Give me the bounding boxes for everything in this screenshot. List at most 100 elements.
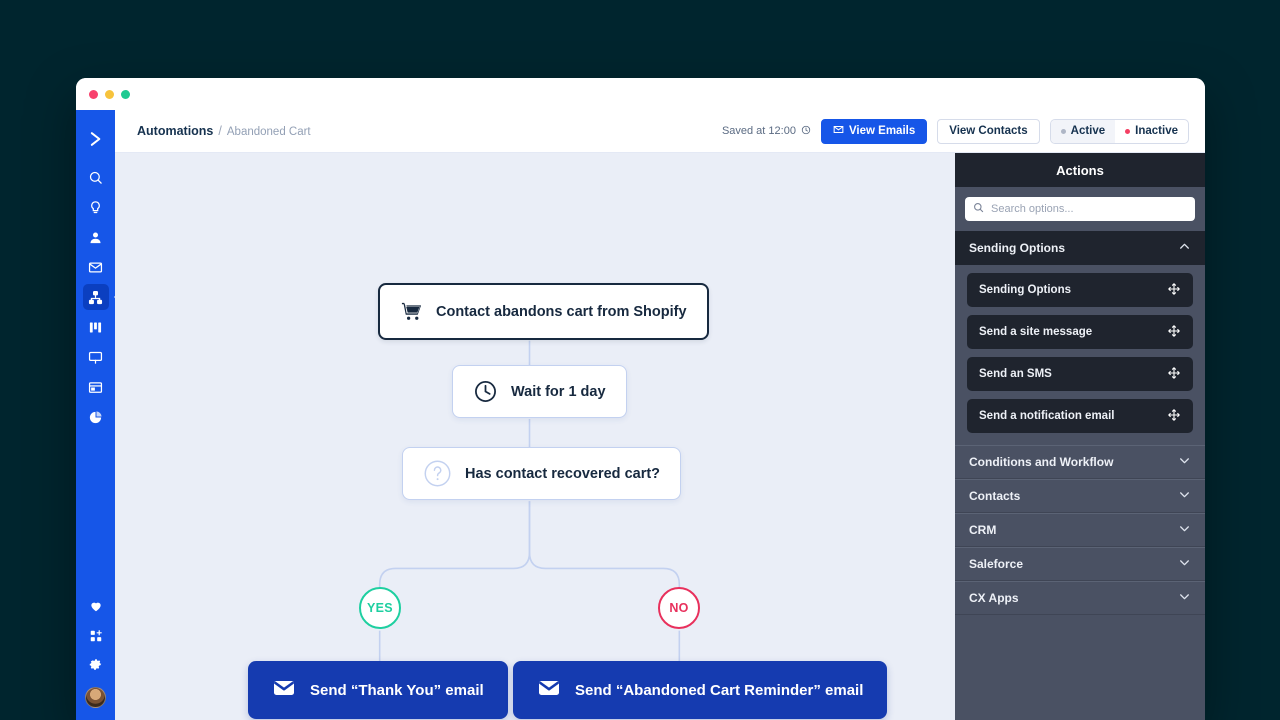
chevron-up-icon xyxy=(1178,240,1191,256)
chevron-down-icon xyxy=(1178,590,1191,606)
active-status-dot xyxy=(1061,129,1066,134)
minimize-window-button[interactable] xyxy=(105,90,114,99)
drag-handle-icon[interactable] xyxy=(1167,408,1181,425)
chevron-down-icon xyxy=(1178,522,1191,538)
saved-label: Saved at 12:00 xyxy=(722,125,796,137)
search-input[interactable] xyxy=(965,197,1195,221)
group-header-label: CX Apps xyxy=(969,591,1019,605)
group-header-sending-options-label: Sending Options xyxy=(969,241,1065,255)
sidebar-item-contacts[interactable] xyxy=(83,224,109,250)
flow-node-email-yes[interactable]: Send “Thank You” email xyxy=(248,661,508,719)
chevron-down-icon xyxy=(1178,454,1191,470)
shopping-cart-icon xyxy=(400,300,423,323)
breadcrumb-separator: / xyxy=(218,124,221,138)
status-toggle: Active Inactive xyxy=(1050,119,1189,144)
group-body-sending-options: Sending Options Send a site message xyxy=(955,265,1205,445)
avatar[interactable] xyxy=(85,687,106,708)
breadcrumb-current: Abandoned Cart xyxy=(227,126,311,138)
sidebar-item-pages[interactable] xyxy=(83,374,109,400)
sidebar-item-deals[interactable] xyxy=(83,314,109,340)
view-contacts-label: View Contacts xyxy=(949,125,1027,137)
action-item-label: Send a notification email xyxy=(979,410,1114,422)
action-item[interactable]: Send a site message xyxy=(967,315,1193,349)
action-item-label: Send an SMS xyxy=(979,368,1052,380)
group-header-crm[interactable]: CRM xyxy=(955,513,1205,547)
inactive-status-dot xyxy=(1125,129,1130,134)
envelope-icon xyxy=(537,676,561,704)
sidebar-item-conversations[interactable] xyxy=(83,344,109,370)
flow-node-wait[interactable]: Wait for 1 day xyxy=(452,365,627,418)
action-item[interactable]: Send a notification email xyxy=(967,399,1193,433)
actions-panel-title: Actions xyxy=(955,153,1205,187)
view-emails-button[interactable]: View Emails xyxy=(821,119,927,144)
group-header-conditions-and-workflow[interactable]: Conditions and Workflow xyxy=(955,445,1205,479)
actions-panel: Actions Sending Options xyxy=(955,153,1205,720)
saved-status: Saved at 12:00 xyxy=(722,125,811,138)
question-mark-icon xyxy=(423,459,452,488)
sidebar-item-lightbulb[interactable] xyxy=(83,194,109,220)
flow-node-condition[interactable]: Has contact recovered cart? xyxy=(402,447,681,500)
group-header-label: Contacts xyxy=(969,489,1020,503)
view-contacts-button[interactable]: View Contacts xyxy=(937,119,1039,144)
flow-node-email-no[interactable]: Send “Abandoned Cart Reminder” email xyxy=(513,661,887,719)
window-titlebar xyxy=(76,78,1205,110)
flow-node-condition-label: Has contact recovered cart? xyxy=(465,466,660,482)
action-item-label: Send a site message xyxy=(979,326,1092,338)
main-column: Automations / Abandoned Cart Saved at 12… xyxy=(115,110,1205,720)
window-body: Automations / Abandoned Cart Saved at 12… xyxy=(76,110,1205,720)
flow-node-wait-label: Wait for 1 day xyxy=(511,384,606,400)
flow-node-trigger[interactable]: Contact abandons cart from Shopify xyxy=(378,283,709,340)
group-header-saleforce[interactable]: Saleforce xyxy=(955,547,1205,581)
search-icon xyxy=(973,200,984,218)
sidebar-item-campaigns[interactable] xyxy=(83,254,109,280)
flow-node-email-yes-label: Send “Thank You” email xyxy=(310,682,484,699)
branch-badge-yes[interactable]: YES xyxy=(359,587,401,629)
group-header-label: Saleforce xyxy=(969,557,1023,571)
chevron-down-icon xyxy=(1178,556,1191,572)
action-item-label: Sending Options xyxy=(979,284,1071,296)
view-emails-label: View Emails xyxy=(849,125,915,137)
apps-grid-icon[interactable] xyxy=(83,623,109,649)
status-active-option[interactable]: Active xyxy=(1051,120,1116,143)
sidebar-item-search[interactable] xyxy=(83,164,109,190)
automation-canvas[interactable]: Contact abandons cart from Shopify Wait … xyxy=(115,153,955,720)
envelope-icon xyxy=(833,124,844,138)
branch-badge-no-label: NO xyxy=(669,601,688,615)
status-inactive-option[interactable]: Inactive xyxy=(1115,120,1188,143)
action-item[interactable]: Sending Options xyxy=(967,273,1193,307)
heart-icon[interactable] xyxy=(83,593,109,619)
branch-badge-yes-label: YES xyxy=(367,601,393,615)
close-window-button[interactable] xyxy=(89,90,98,99)
chevron-down-icon xyxy=(1178,488,1191,504)
flow-diagram: Contact abandons cart from Shopify Wait … xyxy=(115,153,955,720)
drag-handle-icon[interactable] xyxy=(1167,282,1181,299)
drag-handle-icon[interactable] xyxy=(1167,366,1181,383)
gear-icon[interactable] xyxy=(83,653,109,679)
group-header-sending-options[interactable]: Sending Options xyxy=(955,231,1205,265)
group-header-label: Conditions and Workflow xyxy=(969,455,1113,469)
clock-icon xyxy=(801,125,811,138)
maximize-window-button[interactable] xyxy=(121,90,130,99)
clock-icon xyxy=(473,379,498,404)
group-header-label: CRM xyxy=(969,523,996,537)
flow-node-trigger-label: Contact abandons cart from Shopify xyxy=(436,304,687,320)
drag-handle-icon[interactable] xyxy=(1167,324,1181,341)
action-item[interactable]: Send an SMS xyxy=(967,357,1193,391)
flow-connectors xyxy=(115,153,955,720)
group-header-contacts[interactable]: Contacts xyxy=(955,479,1205,513)
logo-chevron-icon[interactable] xyxy=(83,126,109,152)
breadcrumb: Automations / Abandoned Cart xyxy=(137,124,311,138)
branch-badge-no[interactable]: NO xyxy=(658,587,700,629)
flow-node-email-no-label: Send “Abandoned Cart Reminder” email xyxy=(575,682,863,699)
sidebar-bottom-group xyxy=(83,593,109,720)
app-window: Automations / Abandoned Cart Saved at 12… xyxy=(76,78,1205,720)
actions-search-wrap xyxy=(955,187,1205,231)
sidebar-item-reports[interactable] xyxy=(83,404,109,430)
group-header-cx-apps[interactable]: CX Apps xyxy=(955,581,1205,615)
app-header: Automations / Abandoned Cart Saved at 12… xyxy=(115,110,1205,153)
sidebar-item-automations[interactable] xyxy=(83,284,109,310)
status-active-label: Active xyxy=(1071,125,1106,137)
content-row: Contact abandons cart from Shopify Wait … xyxy=(115,153,1205,720)
breadcrumb-automations[interactable]: Automations xyxy=(137,124,213,138)
header-actions: Saved at 12:00 View Emails View Contacts xyxy=(722,119,1189,144)
